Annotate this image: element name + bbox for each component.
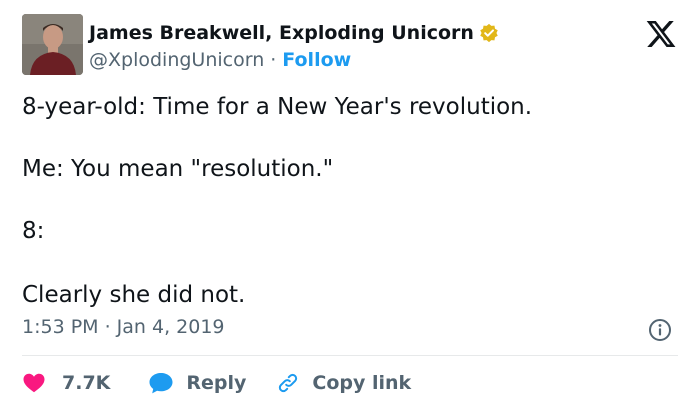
follow-button[interactable]: Follow [282,49,351,71]
reply-bubble-icon [149,373,173,394]
author-handle[interactable]: @XplodingUnicorn [89,49,264,71]
avatar[interactable] [22,14,83,75]
verified-badge-icon [480,23,498,43]
like-button[interactable]: 7.7K [22,371,110,395]
tweet-timestamp[interactable]: 1:53 PM · Jan 4, 2019 [22,316,225,338]
tweet-line: Clearly she did not. [22,282,246,308]
author-block: James Breakwell, Exploding Unicorn @Xplo… [89,19,499,73]
display-name[interactable]: James Breakwell, Exploding Unicorn [89,22,474,44]
info-icon[interactable] [648,318,672,342]
avatar-photo [22,14,83,75]
tweet-line: 8-year-old: Time for a New Year's revolu… [22,94,533,120]
like-count: 7.7K [62,372,111,394]
action-bar: 7.7K Reply Copy link [22,368,411,398]
copy-link-button[interactable]: Copy link [276,371,411,395]
tweet-line: 8: [22,218,45,244]
tweet-line: Me: You mean "resolution." [22,156,334,182]
reply-button[interactable]: Reply [148,371,246,395]
tweet-card: James Breakwell, Exploding Unicorn @Xplo… [0,0,700,410]
tweet-header: James Breakwell, Exploding Unicorn @Xplo… [22,14,678,76]
separator-dot: · [270,49,277,71]
x-logo-icon[interactable] [644,18,678,50]
divider [22,355,678,356]
copy-link-label: Copy link [312,372,412,394]
link-icon [279,373,298,393]
reply-label: Reply [186,372,247,394]
heart-icon [23,373,45,393]
